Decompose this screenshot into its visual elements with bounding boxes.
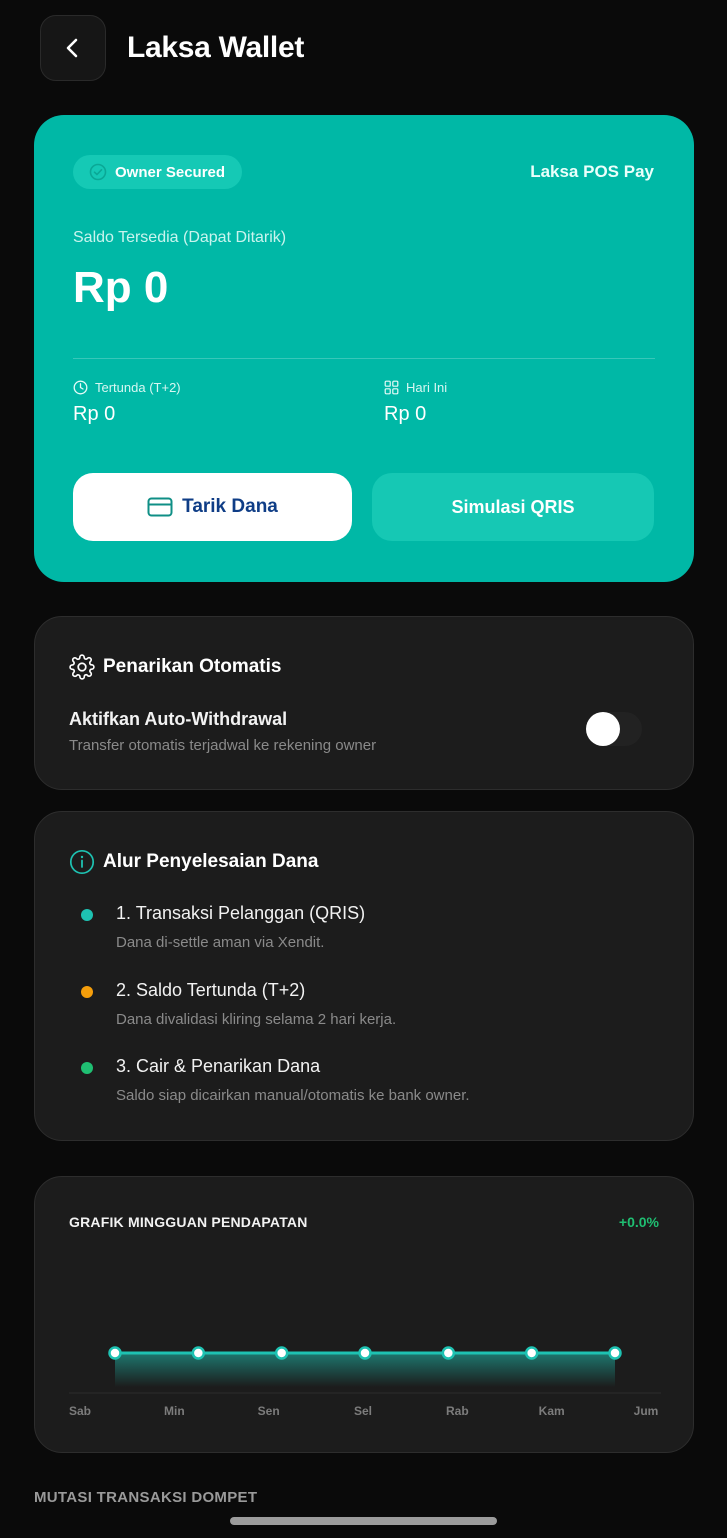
status-dot	[81, 986, 93, 998]
wallet-screen: Laksa Wallet Owner Secured Laksa POS Pay…	[0, 0, 727, 1538]
home-indicator[interactable]	[230, 1517, 497, 1525]
badge-label: Owner Secured	[115, 163, 226, 181]
chart-x-label: Jum	[634, 1404, 659, 1418]
settlement-flow-panel: Alur Penyelesaian Dana 1. Transaksi Pela…	[34, 811, 694, 1141]
simulate-qris-button[interactable]: Simulasi QRIS	[372, 473, 654, 541]
card-divider	[73, 358, 655, 359]
pending-value: Rp 0	[73, 403, 116, 425]
flow-step-desc: Dana divalidasi kliring selama 2 hari ke…	[116, 1011, 397, 1028]
auto-withdraw-title-text: Penarikan Otomatis	[103, 656, 282, 677]
withdraw-button[interactable]: Tarik Dana	[73, 473, 352, 541]
chevron-left-icon	[66, 38, 78, 58]
info-icon	[69, 849, 95, 875]
qris-label: Simulasi QRIS	[451, 496, 575, 517]
chart-point[interactable]	[274, 1346, 289, 1360]
today-value: Rp 0	[384, 403, 427, 425]
grid-icon	[384, 380, 399, 395]
chart-x-label: Min	[164, 1404, 185, 1418]
back-button[interactable]	[40, 15, 106, 81]
chart-x-label: Kam	[539, 1404, 565, 1418]
chart-point[interactable]	[524, 1346, 539, 1360]
pending-label: Tertunda (T+2)	[95, 380, 181, 395]
weekly-income-chart-panel: Sab Min Sen Sel Rab Kam Jum GRAFIK MINGGUAN PE…	[34, 1176, 694, 1453]
flow-step: 2. Saldo Tertunda (T+2) Dana divalidasi …	[81, 980, 396, 1028]
saldo-label: Saldo Tersedia (Dapat Ditarik)	[73, 229, 287, 246]
chart-point[interactable]	[608, 1346, 622, 1360]
gear-icon	[69, 654, 95, 680]
status-dot	[81, 1062, 93, 1074]
pending-stat: Tertunda (T+2) Rp 0	[73, 380, 181, 426]
auto-withdraw-toggle-desc: Transfer otomatis terjadwal ke rekening …	[69, 737, 377, 754]
flow-step-title: 2. Saldo Tertunda (T+2)	[116, 980, 306, 1000]
auto-withdraw-title: Penarikan Otomatis	[69, 654, 281, 680]
page-title: Laksa Wallet	[127, 31, 305, 64]
settlement-flow-title: Alur Penyelesaian Dana	[69, 849, 318, 875]
balance-card: Owner Secured Laksa POS Pay Saldo Tersed…	[34, 115, 694, 582]
chart-title: GRAFIK MINGGUAN PENDAPATAN	[69, 1214, 308, 1230]
chart-point[interactable]	[191, 1346, 206, 1360]
settlement-flow-title-text: Alur Penyelesaian Dana	[103, 851, 319, 872]
toggle-knob	[586, 712, 620, 746]
chart-x-label: Sen	[258, 1404, 280, 1418]
card-icon	[147, 497, 173, 517]
owner-secured-badge: Owner Secured	[73, 155, 243, 189]
auto-withdraw-toggle[interactable]	[586, 712, 642, 746]
saldo-amount: Rp 0	[73, 263, 169, 312]
flow-step: 1. Transaksi Pelanggan (QRIS) Dana di-se…	[81, 903, 365, 951]
chart-x-label: Rab	[446, 1404, 469, 1418]
today-stat: Hari Ini Rp 0	[384, 380, 447, 426]
chart-point[interactable]	[358, 1346, 372, 1360]
auto-withdraw-panel: Penarikan Otomatis Aktifkan Auto-Withdra…	[34, 616, 694, 790]
wallet-transactions-heading: MUTASI TRANSAKSI DOMPET	[34, 1489, 258, 1506]
flow-step-title: 3. Cair & Penarikan Dana	[116, 1056, 321, 1076]
chart-change: +0.0%	[618, 1214, 659, 1230]
check-circle-icon	[89, 163, 107, 181]
flow-step: 3. Cair & Penarikan Dana Saldo siap dica…	[81, 1056, 470, 1104]
flow-step-desc: Dana di-settle aman via Xendit.	[116, 934, 325, 951]
auto-withdraw-toggle-title: Aktifkan Auto-Withdrawal	[69, 709, 288, 729]
today-label: Hari Ini	[406, 380, 448, 395]
chart-x-label: Sab	[69, 1404, 91, 1418]
chart-point[interactable]	[441, 1346, 456, 1360]
brand-label: Laksa POS Pay	[530, 162, 654, 181]
chart-point[interactable]	[108, 1346, 122, 1360]
status-dot	[81, 909, 93, 921]
flow-step-title: 1. Transaksi Pelanggan (QRIS)	[116, 903, 366, 923]
flow-step-desc: Saldo siap dicairkan manual/otomatis ke …	[116, 1087, 470, 1104]
chart-x-label: Sel	[354, 1404, 372, 1418]
withdraw-label: Tarik Dana	[182, 496, 278, 517]
clock-icon	[73, 380, 88, 395]
header: Laksa Wallet	[40, 15, 304, 81]
